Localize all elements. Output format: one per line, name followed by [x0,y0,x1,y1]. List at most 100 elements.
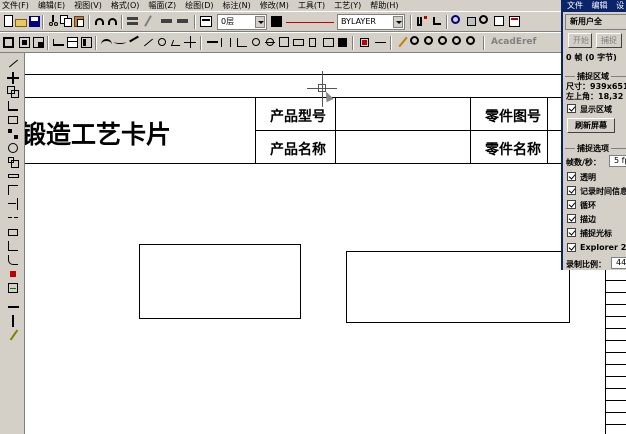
menu-file[interactable]: 文件(F) [2,0,29,11]
wave-line-icon[interactable] [114,36,127,49]
rectangle-icon[interactable] [7,226,19,238]
zoom-in-icon[interactable] [424,36,437,49]
rotate-icon[interactable] [7,142,19,154]
properties-brush-icon[interactable] [7,329,19,341]
dimension-edit-icon[interactable] [7,282,19,294]
chevron-down-icon[interactable] [255,16,265,28]
symbol-icon[interactable] [52,36,65,49]
ortho-icon[interactable] [431,15,444,28]
aligned-dimension-icon[interactable] [220,36,233,49]
fillet-icon[interactable] [7,254,19,266]
menu-dimension[interactable]: 标注(N) [223,0,251,11]
dimension-style-icon[interactable] [374,36,387,49]
border-icon[interactable] [18,36,31,49]
start-button[interactable]: 开始 [568,33,592,48]
arrow-left-icon[interactable] [160,15,173,28]
stretch-icon[interactable] [7,170,19,182]
frame-icon[interactable] [2,36,15,49]
layer-manager-icon[interactable] [200,15,213,28]
line-icon[interactable] [7,58,19,70]
menu-view[interactable]: 视图(V) [74,0,102,11]
panel-menu-file[interactable]: 文件 [567,1,583,10]
panel-menu-settings[interactable]: 设 [616,1,624,10]
radius-dimension-icon[interactable] [250,36,263,49]
menu-modify[interactable]: 修改(M) [260,0,289,11]
zoom-out-icon[interactable] [438,36,451,49]
lengthen-icon[interactable] [7,315,19,327]
menu-edit[interactable]: 编辑(E) [38,0,65,11]
weld-symbol-icon[interactable] [156,36,169,49]
trim-icon[interactable] [7,184,19,196]
menu-help[interactable]: 帮助(H) [370,0,398,11]
properties-icon[interactable] [508,15,521,28]
text-edit-icon[interactable] [322,36,335,49]
capture-button[interactable]: 捕捉 [596,33,622,48]
color-swatch-icon[interactable] [270,15,283,28]
menu-draw[interactable]: 绘图(D) [185,0,213,11]
center-mark-icon[interactable] [184,36,197,49]
capture-cursor-checkbox[interactable] [567,228,576,237]
datum-icon[interactable] [306,36,319,49]
match-properties-icon[interactable] [126,15,139,28]
snap-icon[interactable] [416,15,429,28]
leader-icon[interactable] [142,36,155,49]
join-icon[interactable] [7,301,19,313]
menu-format[interactable]: 格式(O) [111,0,140,11]
erase-icon[interactable] [358,36,371,49]
arc-icon[interactable] [100,36,113,49]
linetype-dropdown[interactable]: BYLAYER [337,14,405,30]
drawing-rectangle-right[interactable] [346,251,570,323]
linear-dimension-icon[interactable] [206,36,219,49]
zoom-extents-icon[interactable] [410,36,423,49]
open-folder-icon[interactable] [15,15,28,28]
explorer-checkbox[interactable] [567,243,576,252]
transparent-checkbox[interactable] [567,172,576,181]
table-icon[interactable] [66,36,79,49]
explode-icon[interactable] [7,268,19,280]
acad-eref-label[interactable]: AcadEref [491,37,536,47]
record-time-checkbox[interactable] [567,186,576,195]
hatch-icon[interactable] [80,36,93,49]
offset-icon[interactable] [7,114,19,126]
menu-sheet[interactable]: 幅面(Z) [148,0,176,11]
record-ratio-input[interactable]: 44 [611,257,626,269]
array-icon[interactable] [7,128,19,140]
zoom-realtime-icon[interactable] [479,15,492,28]
frame-rate-input[interactable]: 5 fp [609,155,626,167]
edit-pencil-icon[interactable] [396,36,409,49]
new-file-icon[interactable] [2,15,15,28]
break-icon[interactable] [7,212,19,224]
diameter-dimension-icon[interactable] [264,36,277,49]
zoom-center-icon[interactable] [466,36,479,49]
pencil-tool-icon[interactable] [141,15,154,28]
drawing-canvas[interactable]: 锻造工艺卡片 产品型号 产品名称 零件图号 零件名称 [25,53,626,434]
scale-icon[interactable] [7,156,19,168]
ordinate-dimension-icon[interactable] [278,36,291,49]
show-area-checkbox[interactable] [567,104,576,113]
loop-checkbox[interactable] [567,200,576,209]
zoom-all-icon[interactable] [452,36,465,49]
cut-icon[interactable] [47,15,60,28]
extend-icon[interactable] [7,198,19,210]
copy-icon[interactable] [60,15,73,28]
pan-icon[interactable] [465,15,478,28]
mirror-icon[interactable] [7,100,19,112]
undo-icon[interactable] [93,15,106,28]
drawing-rectangle-left[interactable] [139,244,301,319]
title-block-icon[interactable] [32,36,45,49]
chevron-down-icon[interactable] [393,16,403,28]
arrow-right-icon[interactable] [176,15,189,28]
refresh-screen-button[interactable]: 刷新屏幕 [567,118,615,133]
move-icon[interactable] [7,72,19,84]
border-checkbox[interactable] [567,214,576,223]
save-icon[interactable] [28,15,41,28]
layer-dropdown[interactable]: 0层 [217,14,267,30]
angular-dimension-icon[interactable] [236,36,249,49]
redo-icon[interactable] [106,15,119,28]
menu-process[interactable]: 工艺(Y) [334,0,361,11]
zoom-previous-icon[interactable] [493,15,506,28]
zoom-window-icon[interactable] [451,15,464,28]
roughness-icon[interactable] [170,36,183,49]
block-icon[interactable] [336,36,349,49]
panel-menu-edit[interactable]: 编辑 [592,1,608,10]
